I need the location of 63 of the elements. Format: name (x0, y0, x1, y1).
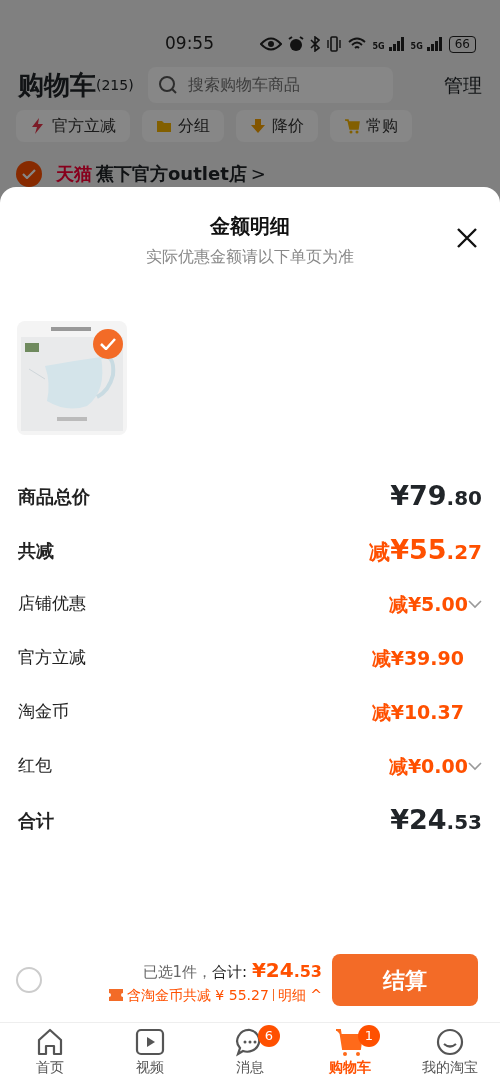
amount-label: 共减 (18, 538, 54, 563)
sheet-title: 金额明细 (209, 213, 291, 240)
bluetooth-icon (310, 36, 321, 52)
amount-value: 减¥0.00 (388, 753, 468, 779)
amount-value: ¥24.53 (390, 802, 482, 837)
amount-value: 减¥10.37 (371, 699, 464, 725)
tab-item[interactable]: 视频 (100, 1023, 200, 1085)
check-icon (22, 168, 36, 179)
amount-label: 店铺优惠 (18, 592, 86, 616)
search-field[interactable]: 搜索购物车商品 (147, 67, 393, 103)
eye-icon (260, 37, 283, 51)
manage-link[interactable]: 管理 (444, 70, 482, 100)
sheet-subtitle: 实际优惠金额请以下单页为准 (145, 246, 355, 268)
battery-level: 66 (448, 35, 476, 53)
search-icon (157, 75, 178, 95)
amount-value: 减¥39.90 (371, 645, 464, 671)
check-icon (100, 338, 116, 350)
select-all-checkbox[interactable] (16, 967, 42, 993)
clock-time: 09:55 (165, 32, 214, 56)
network-type: 5G (372, 43, 385, 51)
alarm-icon (288, 36, 305, 52)
coupon-icon (108, 989, 123, 1001)
network-type: 5G (410, 43, 423, 51)
shop-name[interactable]: 蕉下官方outlet店 (96, 160, 247, 187)
amount-value: 减¥5.00 (388, 591, 468, 617)
home-icon (35, 1027, 65, 1057)
tab-item[interactable]: 购物车 1 (300, 1023, 400, 1085)
tab-item[interactable]: 我的淘宝 (400, 1023, 500, 1085)
signal-icon (388, 37, 405, 51)
filter-chip[interactable]: 分组 (142, 110, 224, 142)
folder-icon (156, 118, 172, 134)
amount-label: 合计 (18, 808, 54, 833)
platform-label: 天猫 (56, 162, 92, 186)
shop-checkbox[interactable] (16, 160, 42, 187)
amount-label: 官方立减 (18, 646, 86, 670)
amount-label: 红包 (18, 754, 52, 778)
chevron-icon: > (250, 160, 266, 187)
play-icon (135, 1027, 165, 1057)
count-badge: 6 (258, 1025, 280, 1047)
item-count: (215) (96, 76, 134, 93)
cart-icon (344, 118, 360, 134)
smiley-icon (435, 1027, 465, 1057)
tab-item[interactable]: 首页 (0, 1023, 100, 1085)
search-input[interactable]: 搜索购物车商品 (185, 72, 376, 98)
amount-label: 商品总价 (18, 484, 90, 509)
wifi-icon (348, 37, 367, 51)
page-title: 购物车 (18, 68, 96, 102)
vibrate-icon (326, 36, 343, 52)
lightning-icon (30, 118, 46, 134)
tab-item[interactable]: 消息 6 (200, 1023, 300, 1085)
filter-chip[interactable]: 官方立减 (16, 110, 130, 142)
filter-chip[interactable]: 降价 (236, 110, 318, 142)
checkout-button[interactable]: 结算 (332, 954, 478, 1006)
saving-text: 含淘金币共减 ¥ 55.27 (126, 985, 269, 1005)
signal-icon (426, 37, 443, 51)
down-arrow-icon (250, 118, 266, 134)
detail-link[interactable]: 明细 ^ (277, 984, 322, 1006)
count-badge: 1 (358, 1025, 380, 1047)
amount-value: ¥79.80 (390, 478, 482, 513)
filter-chip[interactable]: 常购 (330, 110, 412, 142)
total-summary: 已选1件，合计: ¥24.53 (141, 956, 322, 984)
amount-value: 减¥55.27 (369, 532, 482, 567)
amount-label: 淘金币 (18, 700, 69, 724)
